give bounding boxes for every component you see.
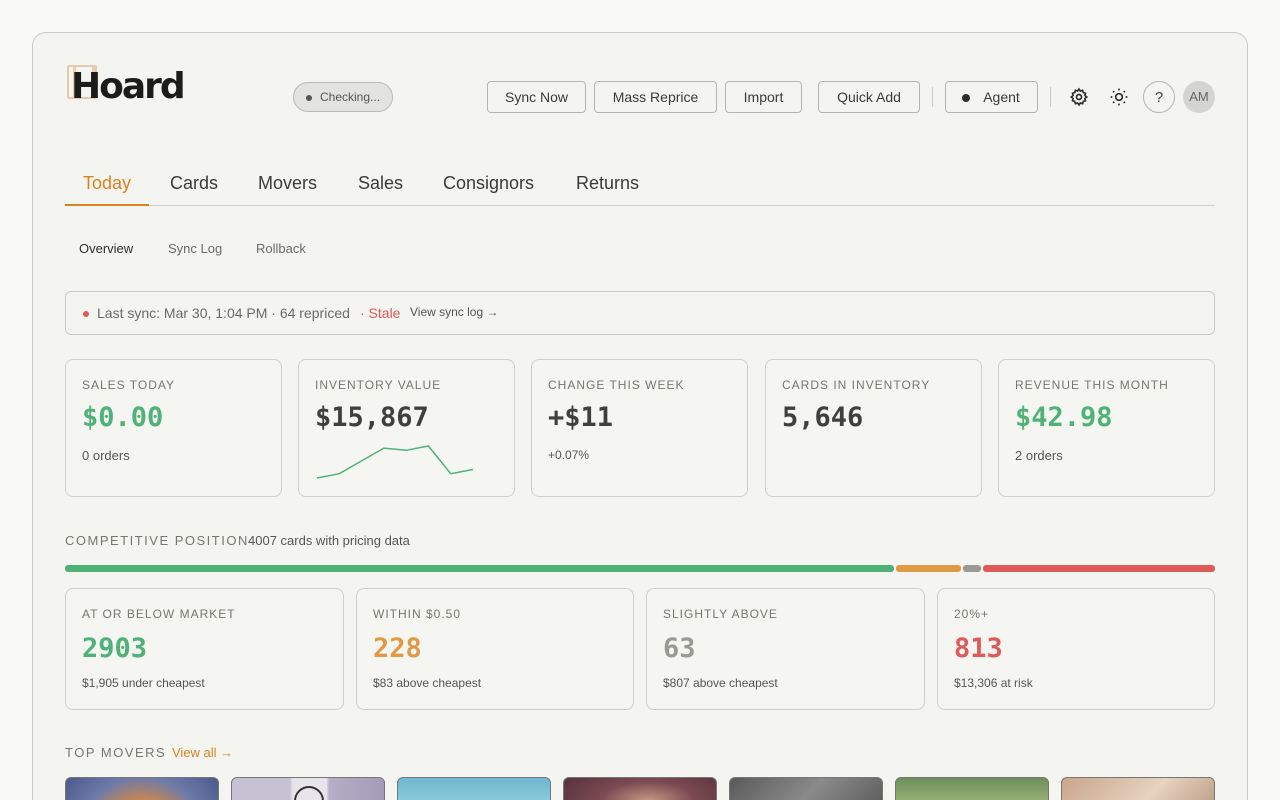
kpi-revenue-this-month: REVENUE THIS MONTH $42.98 2 orders <box>998 359 1215 497</box>
tab-consignors[interactable]: Consignors <box>443 173 534 206</box>
last-sync-text: Last sync: Mar 30, 1:04 PM · 64 repriced <box>97 305 350 321</box>
app-window: Hoard Checking... Sync Now Mass Reprice … <box>32 32 1248 800</box>
kpi-sub: +0.07% <box>548 448 590 462</box>
position-card-within[interactable]: WITHIN $0.50 228 $83 above cheapest <box>356 588 634 710</box>
mover-art-circle <box>294 786 324 800</box>
position-label: 20%+ <box>954 607 990 621</box>
agent-button[interactable]: Agent <box>945 81 1038 113</box>
position-label: WITHIN $0.50 <box>373 607 462 621</box>
tab-returns[interactable]: Returns <box>576 173 639 206</box>
help-button[interactable]: ? <box>1143 81 1175 113</box>
status-dot <box>306 95 312 101</box>
kpi-value: 5,646 <box>782 402 864 433</box>
kpi-value: $15,867 <box>315 402 429 433</box>
kpi-sub: 0 orders <box>82 448 130 463</box>
position-count: 2903 <box>82 633 148 664</box>
inventory-sparkline <box>316 445 474 479</box>
sync-status-bar: Last sync: Mar 30, 1:04 PM · 64 repriced… <box>65 291 1215 335</box>
tab-today[interactable]: Today <box>65 173 150 206</box>
toolbar-divider <box>1050 87 1051 107</box>
tab-movers[interactable]: Movers <box>258 173 317 206</box>
position-sub: $13,306 at risk <box>954 676 1033 690</box>
mover-card-thumbnail[interactable] <box>895 777 1049 800</box>
user-avatar[interactable]: AM <box>1183 81 1215 113</box>
position-sub: $1,905 under cheapest <box>82 676 205 690</box>
position-card-at-or-below[interactable]: AT OR BELOW MARKET 2903 $1,905 under che… <box>65 588 344 710</box>
sparkline-path <box>316 445 474 479</box>
logo-text: Hoard <box>71 66 186 107</box>
position-bar-at-or-below <box>65 565 894 572</box>
gear-icon <box>1069 87 1089 107</box>
kpi-change-this-week: CHANGE THIS WEEK +$11 +0.07% <box>531 359 748 497</box>
tab-cards[interactable]: Cards <box>170 173 218 206</box>
settings-button[interactable] <box>1063 81 1095 113</box>
mass-reprice-button[interactable]: Mass Reprice <box>594 81 717 113</box>
sun-icon <box>1110 88 1128 106</box>
mover-card-thumbnail[interactable] <box>563 777 717 800</box>
top-movers-heading: TOP MOVERS <box>65 745 167 760</box>
status-text: Checking... <box>320 90 381 104</box>
kpi-label: CARDS IN INVENTORY <box>782 378 931 392</box>
position-label: AT OR BELOW MARKET <box>82 607 236 621</box>
kpi-cards-in-inventory: CARDS IN INVENTORY 5,646 <box>765 359 982 497</box>
competitive-position-heading: COMPETITIVE POSITION <box>65 533 249 548</box>
import-button[interactable]: Import <box>725 81 802 113</box>
competitive-position-note: 4007 cards with pricing data <box>248 533 410 548</box>
mover-card-thumbnail[interactable] <box>1061 777 1215 800</box>
kpi-label: REVENUE THIS MONTH <box>1015 378 1169 392</box>
kpi-value: +$11 <box>548 402 614 433</box>
app-logo[interactable]: Hoard <box>65 65 205 107</box>
stale-badge: · Stale <box>360 305 401 321</box>
position-count: 813 <box>954 633 1003 664</box>
position-count: 63 <box>663 633 696 664</box>
kpi-inventory-value: INVENTORY VALUE $15,867 <box>298 359 515 497</box>
position-card-slightly-above[interactable]: SLIGHTLY ABOVE 63 $807 above cheapest <box>646 588 925 710</box>
position-bar-within <box>896 565 961 572</box>
sync-status-dot <box>83 311 89 317</box>
mover-card-thumbnail[interactable] <box>65 777 219 800</box>
quick-add-button[interactable]: Quick Add <box>818 81 920 113</box>
agent-status-dot <box>962 94 970 102</box>
position-bar-slightly-above <box>963 565 981 572</box>
position-sub: $83 above cheapest <box>373 676 482 690</box>
main-tabs: Today Cards Movers Sales Consignors Retu… <box>65 163 1215 206</box>
kpi-value: $0.00 <box>82 402 164 433</box>
view-sync-log-link[interactable]: View sync log → <box>410 305 498 319</box>
mover-card-thumbnail[interactable] <box>397 777 551 800</box>
kpi-label: INVENTORY VALUE <box>315 378 442 392</box>
position-card-20-plus[interactable]: 20%+ 813 $13,306 at risk <box>937 588 1215 710</box>
toolbar-divider <box>932 87 933 107</box>
position-label: SLIGHTLY ABOVE <box>663 607 778 621</box>
kpi-label: SALES TODAY <box>82 378 176 392</box>
position-sub: $807 above cheapest <box>663 676 778 690</box>
mover-card-thumbnail[interactable] <box>729 777 883 800</box>
subtab-overview[interactable]: Overview <box>79 241 133 256</box>
tab-sales[interactable]: Sales <box>358 173 403 206</box>
theme-toggle-button[interactable] <box>1103 81 1135 113</box>
kpi-sub: 2 orders <box>1015 448 1063 463</box>
kpi-label: CHANGE THIS WEEK <box>548 378 685 392</box>
kpi-value: $42.98 <box>1015 402 1113 433</box>
mover-card-thumbnail[interactable] <box>231 777 385 800</box>
connection-status-pill: Checking... <box>293 82 394 112</box>
kpi-sales-today: SALES TODAY $0.00 0 orders <box>65 359 282 497</box>
position-bar-20-plus <box>983 565 1215 572</box>
position-count: 228 <box>373 633 422 664</box>
sync-now-button[interactable]: Sync Now <box>487 81 586 113</box>
subtab-sync-log[interactable]: Sync Log <box>168 241 222 256</box>
subtab-rollback[interactable]: Rollback <box>256 241 306 256</box>
view-all-movers-link[interactable]: View all → <box>172 745 233 760</box>
help-icon: ? <box>1154 88 1164 106</box>
agent-label: Agent <box>983 89 1020 105</box>
